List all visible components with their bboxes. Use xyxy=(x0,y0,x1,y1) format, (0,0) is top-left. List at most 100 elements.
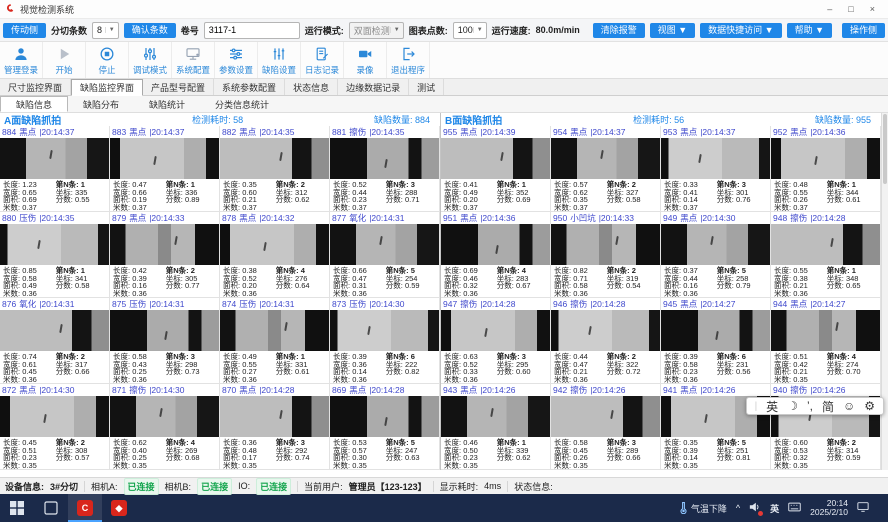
tab-system-param-config[interactable]: 系统参数配置 xyxy=(214,79,285,95)
view-menu-button[interactable]: 视图 ▼ xyxy=(650,23,695,38)
debug-mode-button[interactable]: 调试模式 xyxy=(129,42,172,78)
maximize-button[interactable]: □ xyxy=(848,4,853,14)
tray-chevron-icon[interactable]: ^ xyxy=(736,503,740,513)
defect-cell[interactable]: 942 擦伤 |20:14:26 长度: 0.58 宽度: 0.45 面积: 0… xyxy=(551,384,661,470)
subtab-defect-info[interactable]: 缺陷信息 xyxy=(0,96,68,112)
defect-image[interactable] xyxy=(220,224,329,265)
roll-number-input[interactable] xyxy=(204,22,300,39)
drive-side-button[interactable]: 传动侧 xyxy=(3,23,46,38)
system-config-button[interactable]: 系统配置 xyxy=(172,42,215,78)
defect-image[interactable] xyxy=(771,310,880,351)
parameter-settings-button[interactable]: 参数设置 xyxy=(215,42,258,78)
defect-image[interactable] xyxy=(661,310,770,351)
defect-cell[interactable]: 943 黑点 |20:14:26 长度: 0.46 宽度: 0.50 面积: 0… xyxy=(441,384,551,470)
defect-cell[interactable]: 872 黑点 |20:14:30 长度: 0.45 宽度: 0.51 面积: 0… xyxy=(0,384,110,470)
defect-image[interactable] xyxy=(661,138,770,179)
simplified-toggle[interactable]: 简 xyxy=(822,398,834,415)
defect-cell[interactable]: 884 黑点 |20:14:37 长度: 1.23 宽度: 0.65 面积: 0… xyxy=(0,126,110,212)
defect-cell[interactable]: 881 擦伤 |20:14:35 长度: 0.52 宽度: 0.44 面积: 0… xyxy=(330,126,440,212)
tab-size-monitor[interactable]: 尺寸监控界面 xyxy=(0,79,71,95)
defect-cell[interactable]: 871 擦伤 |20:14:30 长度: 0.62 宽度: 0.40 面积: 0… xyxy=(110,384,220,470)
tab-product-model-config[interactable]: 产品型号配置 xyxy=(143,79,214,95)
vertical-scrollbar[interactable] xyxy=(882,113,888,470)
defect-cell[interactable]: 873 压伤 |20:14:30 长度: 0.39 宽度: 0.36 面积: 0… xyxy=(330,298,440,384)
defect-cell[interactable]: 950 小凹坑 |20:14:33 长度: 0.82 宽度: 0.71 面积: … xyxy=(551,212,661,298)
scrollbar-thumb[interactable] xyxy=(883,114,887,184)
moon-icon[interactable]: ☽ xyxy=(787,399,798,413)
defect-settings-button[interactable]: 缺陷设置 xyxy=(258,42,301,78)
defect-image[interactable] xyxy=(551,138,660,179)
defect-cell[interactable]: 869 黑点 |20:14:28 长度: 0.53 宽度: 0.57 面积: 0… xyxy=(330,384,440,470)
defect-image[interactable] xyxy=(771,138,880,179)
defect-image[interactable] xyxy=(551,396,660,437)
defect-image[interactable] xyxy=(220,310,329,351)
clock[interactable]: 20:14 2025/2/10 xyxy=(810,499,848,517)
defect-cell[interactable]: 951 黑点 |20:14:36 长度: 0.69 宽度: 0.46 面积: 0… xyxy=(441,212,551,298)
defect-image[interactable] xyxy=(0,224,109,265)
defect-image[interactable] xyxy=(330,138,439,179)
defect-image[interactable] xyxy=(110,310,219,351)
log-record-button[interactable]: 日志记录 xyxy=(301,42,344,78)
defect-image[interactable] xyxy=(330,310,439,351)
operate-side-button[interactable]: 操作侧 xyxy=(842,23,885,38)
defect-image[interactable] xyxy=(330,224,439,265)
defect-image[interactable] xyxy=(330,396,439,437)
ime-lang-toggle[interactable]: 英 xyxy=(766,398,778,415)
taskbar-app-secondary[interactable]: ◆ xyxy=(102,494,136,522)
tab-status-info[interactable]: 状态信息 xyxy=(285,79,338,95)
defect-image[interactable] xyxy=(551,224,660,265)
ime-drag-handle[interactable]: | xyxy=(755,401,758,412)
help-menu-button[interactable]: 帮助 ▼ xyxy=(787,23,832,38)
tab-defect-monitor[interactable]: 缺陷监控界面 xyxy=(71,79,143,96)
defect-image[interactable] xyxy=(441,138,550,179)
taskbar-app-vision-system[interactable]: C xyxy=(68,494,102,522)
data-quick-access-menu-button[interactable]: 数据快捷访问 ▼ xyxy=(700,23,781,38)
tray-display-icon[interactable] xyxy=(857,501,869,515)
close-button[interactable]: × xyxy=(870,4,875,14)
defect-cell[interactable]: 875 压伤 |20:14:31 长度: 0.58 宽度: 0.43 面积: 0… xyxy=(110,298,220,384)
defect-image[interactable] xyxy=(220,396,329,437)
subtab-defect-distribution[interactable]: 缺陷分布 xyxy=(68,96,134,112)
defect-image[interactable] xyxy=(110,224,219,265)
ime-toolbar[interactable]: | 英 ☽ ’, 简 ☺ ⚙ xyxy=(746,397,884,415)
defect-cell[interactable]: 944 黑点 |20:14:27 长度: 0.51 宽度: 0.42 面积: 0… xyxy=(771,298,881,384)
minimize-button[interactable]: – xyxy=(827,4,832,14)
tab-edge-data-record[interactable]: 边缘数据记录 xyxy=(338,79,409,95)
emoji-icon[interactable]: ☺ xyxy=(843,399,855,413)
defect-cell[interactable]: 952 黑点 |20:14:36 长度: 0.48 宽度: 0.55 面积: 0… xyxy=(771,126,881,212)
defect-cell[interactable]: 953 黑点 |20:14:37 长度: 0.33 宽度: 0.41 面积: 0… xyxy=(661,126,771,212)
defect-cell[interactable]: 946 擦伤 |20:14:28 长度: 0.44 宽度: 0.47 面积: 0… xyxy=(551,298,661,384)
defect-cell[interactable]: 882 黑点 |20:14:35 长度: 0.35 宽度: 0.60 面积: 0… xyxy=(220,126,330,212)
defect-cell[interactable]: 874 压伤 |20:14:31 长度: 0.49 宽度: 0.55 面积: 0… xyxy=(220,298,330,384)
defect-image[interactable] xyxy=(551,310,660,351)
defect-cell[interactable]: 949 黑点 |20:14:30 长度: 0.37 宽度: 0.44 面积: 0… xyxy=(661,212,771,298)
defect-image[interactable] xyxy=(0,396,109,437)
touch-keyboard-icon[interactable] xyxy=(788,502,801,514)
admin-login-button[interactable]: 管理登录 xyxy=(0,42,43,78)
defect-cell[interactable]: 947 擦伤 |20:14:28 长度: 0.63 宽度: 0.52 面积: 0… xyxy=(441,298,551,384)
defect-image[interactable] xyxy=(110,396,219,437)
defect-image[interactable] xyxy=(661,224,770,265)
defect-cell[interactable]: 945 黑点 |20:14:27 长度: 0.39 宽度: 0.58 面积: 0… xyxy=(661,298,771,384)
confirm-count-button[interactable]: 确认条数 xyxy=(124,23,176,38)
defect-image[interactable] xyxy=(441,396,550,437)
exit-program-button[interactable]: 退出程序 xyxy=(387,42,430,78)
defect-cell[interactable]: 876 氧化 |20:14:31 长度: 0.74 宽度: 0.61 面积: 0… xyxy=(0,298,110,384)
defect-cell[interactable]: 870 黑点 |20:14:28 长度: 0.36 宽度: 0.48 面积: 0… xyxy=(220,384,330,470)
defect-image[interactable] xyxy=(771,224,880,265)
stop-button[interactable]: 停止 xyxy=(86,42,129,78)
defect-image[interactable] xyxy=(0,310,109,351)
speaker-icon[interactable] xyxy=(749,501,761,515)
weather-widget[interactable]: 气温下降 xyxy=(679,501,727,516)
task-view-button[interactable] xyxy=(34,494,68,522)
defect-cell[interactable]: 948 擦伤 |20:14:28 长度: 0.55 宽度: 0.38 面积: 0… xyxy=(771,212,881,298)
defect-image[interactable] xyxy=(110,138,219,179)
defect-cell[interactable]: 878 黑点 |20:14:32 长度: 0.38 宽度: 0.52 面积: 0… xyxy=(220,212,330,298)
defect-cell[interactable]: 879 黑点 |20:14:33 长度: 0.42 宽度: 0.39 面积: 0… xyxy=(110,212,220,298)
ime-language-indicator[interactable]: 英 xyxy=(770,502,779,515)
start-button[interactable] xyxy=(0,494,34,522)
gear-icon[interactable]: ⚙ xyxy=(864,399,875,413)
punctuation-toggle[interactable]: ’, xyxy=(807,399,813,413)
defect-cell[interactable]: 954 黑点 |20:14:37 长度: 0.57 宽度: 0.62 面积: 0… xyxy=(551,126,661,212)
defect-image[interactable] xyxy=(0,138,109,179)
